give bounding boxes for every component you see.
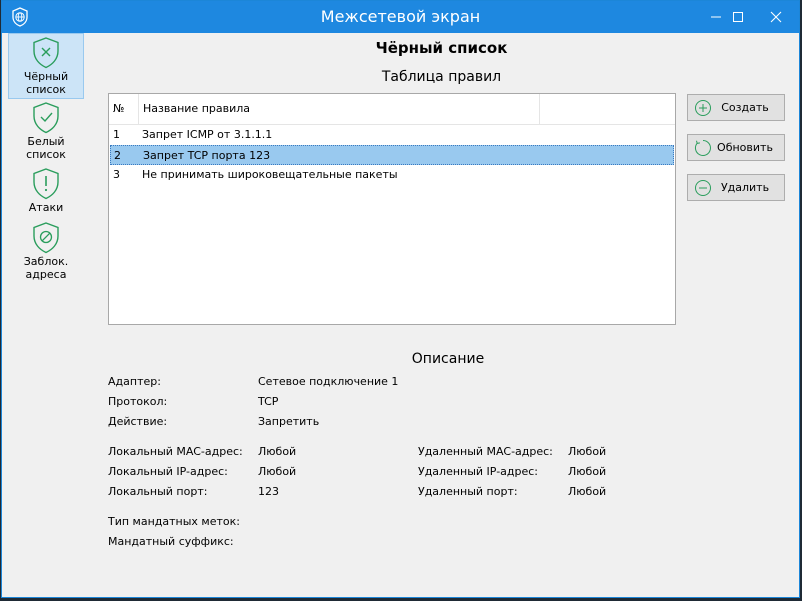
title-bar[interactable]: Межсетевой экран (2, 1, 799, 33)
sidebar-label-line1: Чёрный (23, 70, 69, 83)
sidebar-item-attacks[interactable]: Атаки (8, 165, 84, 219)
minus-circle-icon (695, 179, 711, 196)
action-value: Запретить (258, 415, 320, 428)
firewall-window: Межсетевой экран Чёрный список Белый спи… (1, 0, 800, 598)
local-ip-label: Локальный IP-адрес: (108, 465, 228, 478)
window-title: Межсетевой экран (320, 7, 481, 26)
sidebar-label-line1: Атаки (28, 201, 64, 214)
refresh-button-label: Обновить (717, 141, 773, 154)
column-header-empty[interactable] (540, 94, 675, 124)
shield-exclamation-icon (33, 168, 59, 200)
remote-port-value: Любой (568, 485, 607, 498)
action-label: Действие: (108, 415, 168, 428)
shield-blocked-icon (33, 222, 59, 254)
remote-mac-value: Любой (568, 445, 607, 458)
remote-ip-value: Любой (568, 465, 607, 478)
sidebar-label-line2: адреса (25, 268, 67, 281)
close-button[interactable] (754, 1, 798, 33)
table-row[interactable]: 1 Запрет ICMP от 3.1.1.1 (109, 125, 675, 145)
local-mac-label: Локальный MAC-адрес: (108, 445, 243, 458)
remote-mac-label: Удаленный MAC-адрес: (418, 445, 553, 458)
sidebar: Чёрный список Белый список Атаки Заблок.… (8, 33, 84, 285)
mandatory-suffix-label: Мандатный суффикс: (108, 535, 234, 548)
adapter-value: Сетевое подключение 1 (258, 375, 399, 388)
sidebar-item-blocked-addresses[interactable]: Заблок. адреса (8, 219, 84, 285)
plus-circle-icon (695, 99, 711, 116)
row-name: Не принимать широковещательные пакеты (142, 168, 398, 181)
remote-ip-label: Удаленный IP-адрес: (418, 465, 539, 478)
column-header-number[interactable]: № (109, 94, 139, 124)
sidebar-item-whitelist[interactable]: Белый список (8, 99, 84, 165)
local-ip-value: Любой (258, 465, 297, 478)
sidebar-label-line2: список (26, 83, 66, 96)
create-button[interactable]: Создать (687, 94, 785, 121)
delete-button[interactable]: Удалить (687, 174, 785, 201)
sidebar-label-line1: Белый (27, 135, 65, 148)
row-number: 3 (113, 168, 120, 181)
row-name: Запрет ICMP от 3.1.1.1 (142, 128, 273, 141)
sidebar-label-line1: Заблок. (23, 255, 69, 268)
protocol-label: Протокол: (108, 395, 168, 408)
table-header: № Название правила (109, 94, 675, 125)
table-title: Таблица правил (381, 69, 502, 85)
local-mac-value: Любой (258, 445, 297, 458)
row-number: 2 (114, 149, 121, 162)
local-port-label: Локальный порт: (108, 485, 208, 498)
row-number: 1 (113, 128, 120, 141)
page-title: Чёрный список (375, 39, 508, 57)
row-name: Запрет TCP порта 123 (143, 149, 271, 162)
rules-table[interactable]: № Название правила 1 Запрет ICMP от 3.1.… (108, 93, 676, 325)
close-icon (770, 11, 782, 23)
sidebar-item-blacklist[interactable]: Чёрный список (8, 33, 84, 99)
mandatory-tag-label: Тип мандатных меток: (108, 515, 240, 528)
table-row-selected[interactable]: 2 Запрет TCP порта 123 (110, 145, 674, 165)
description-title: Описание (411, 351, 485, 367)
sidebar-label-line2: список (26, 148, 66, 161)
delete-button-label: Удалить (720, 181, 770, 194)
maximize-icon (733, 12, 743, 22)
remote-port-label: Удаленный порт: (418, 485, 518, 498)
protocol-value: TCP (258, 395, 279, 408)
create-button-label: Создать (721, 101, 769, 114)
table-row[interactable]: 3 Не принимать широковещательные пакеты (109, 165, 675, 185)
local-port-value: 123 (258, 485, 279, 498)
refresh-icon (694, 139, 711, 156)
refresh-button[interactable]: Обновить (687, 134, 785, 161)
shield-x-icon (33, 37, 59, 69)
shield-check-icon (33, 102, 59, 134)
adapter-label: Адаптер: (108, 375, 161, 388)
column-header-name[interactable]: Название правила (139, 94, 540, 124)
